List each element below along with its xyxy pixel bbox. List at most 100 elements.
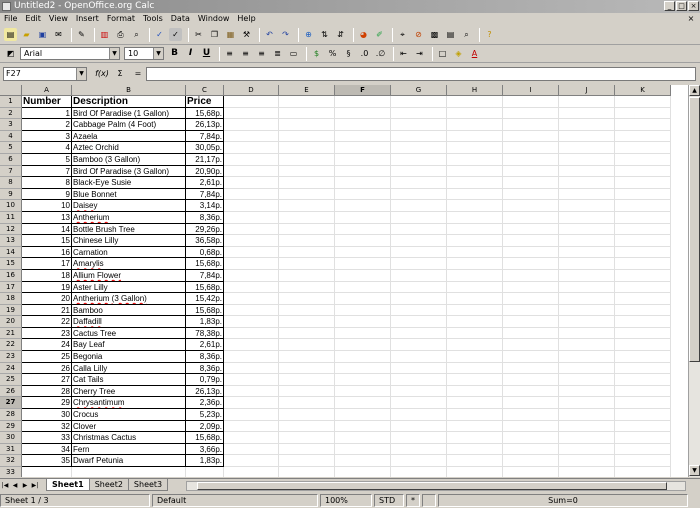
cell[interactable]: [503, 153, 559, 166]
cell[interactable]: [559, 420, 615, 433]
cell[interactable]: [447, 409, 503, 421]
cell[interactable]: [224, 374, 279, 386]
cell[interactable]: 0,68р.: [186, 246, 224, 259]
cell[interactable]: [615, 235, 671, 247]
cell[interactable]: [559, 235, 615, 247]
cell[interactable]: [615, 119, 671, 131]
row-header[interactable]: 31: [0, 443, 22, 456]
cell[interactable]: [447, 188, 503, 201]
gallery-icon[interactable]: ▩: [428, 28, 441, 41]
cell[interactable]: [447, 443, 503, 456]
data-sources-icon[interactable]: ▤: [444, 28, 457, 41]
merge-cells-icon[interactable]: ▭: [287, 47, 300, 60]
bold-button[interactable]: B: [168, 47, 181, 60]
cell[interactable]: [279, 107, 335, 120]
cell[interactable]: Azaela: [72, 130, 186, 143]
cell[interactable]: 2,09р.: [186, 420, 224, 433]
cell[interactable]: Description: [72, 96, 186, 108]
cell[interactable]: [615, 142, 671, 154]
print-icon[interactable]: ⎙: [114, 28, 127, 41]
cell[interactable]: [391, 455, 447, 467]
cell[interactable]: [224, 246, 279, 259]
cell[interactable]: [224, 443, 279, 456]
cell[interactable]: 15,42р.: [186, 293, 224, 305]
cell[interactable]: Antherium: [72, 211, 186, 224]
cell[interactable]: 19: [22, 281, 72, 294]
background-color-icon[interactable]: ◈: [452, 47, 465, 60]
cell[interactable]: [559, 188, 615, 201]
paste-icon[interactable]: ▦: [224, 28, 237, 41]
cell[interactable]: 30: [22, 409, 72, 421]
cell[interactable]: [447, 385, 503, 398]
chart-icon[interactable]: ◕: [357, 28, 370, 41]
menu-edit[interactable]: Edit: [21, 13, 45, 25]
cell[interactable]: [224, 153, 279, 166]
cell[interactable]: [335, 293, 391, 305]
prev-sheet-icon[interactable]: ◀: [10, 480, 20, 491]
status-page-style[interactable]: Default: [152, 493, 318, 507]
cell[interactable]: Dwarf Petunia: [72, 455, 186, 467]
cell[interactable]: 5,23р.: [186, 409, 224, 421]
cell[interactable]: [279, 258, 335, 270]
cell[interactable]: 32: [22, 420, 72, 433]
tab-sheet2[interactable]: Sheet2: [88, 479, 129, 491]
cell[interactable]: 3: [22, 130, 72, 143]
cell[interactable]: [186, 467, 224, 477]
row-header[interactable]: 9: [0, 188, 22, 201]
cell[interactable]: [391, 374, 447, 386]
cell[interactable]: [335, 107, 391, 120]
cell[interactable]: [391, 327, 447, 340]
cell[interactable]: [559, 409, 615, 421]
cell[interactable]: [559, 258, 615, 270]
cell[interactable]: 26: [22, 362, 72, 375]
currency-format-icon[interactable]: $: [310, 47, 323, 60]
cell[interactable]: [559, 153, 615, 166]
cell[interactable]: [224, 409, 279, 421]
cell[interactable]: [559, 107, 615, 120]
cell[interactable]: [224, 142, 279, 154]
close-button[interactable]: ×: [688, 1, 699, 11]
cell[interactable]: 26,13р.: [186, 385, 224, 398]
cell[interactable]: [559, 432, 615, 444]
cell[interactable]: [559, 293, 615, 305]
cell[interactable]: 78,38р.: [186, 327, 224, 340]
cell[interactable]: [391, 130, 447, 143]
cell[interactable]: [224, 119, 279, 131]
cell[interactable]: [559, 119, 615, 131]
cell[interactable]: 30,05р.: [186, 142, 224, 154]
cell[interactable]: [279, 455, 335, 467]
cell[interactable]: [615, 467, 671, 477]
menu-help[interactable]: Help: [233, 13, 259, 25]
cell[interactable]: [335, 467, 391, 477]
cell[interactable]: [391, 153, 447, 166]
cell[interactable]: [279, 385, 335, 398]
cell[interactable]: [279, 409, 335, 421]
cell[interactable]: [279, 200, 335, 212]
cell[interactable]: 24: [22, 339, 72, 352]
name-box[interactable]: F27 ▼: [3, 67, 87, 81]
cell[interactable]: [224, 107, 279, 120]
cell[interactable]: [559, 177, 615, 189]
cell[interactable]: [391, 177, 447, 189]
cell[interactable]: [447, 420, 503, 433]
menu-format[interactable]: Format: [103, 13, 139, 25]
column-header-d[interactable]: D: [224, 85, 279, 96]
cell[interactable]: Crocus: [72, 409, 186, 421]
cell[interactable]: [279, 211, 335, 224]
cell[interactable]: [224, 397, 279, 410]
cell[interactable]: [447, 130, 503, 143]
cell[interactable]: [559, 327, 615, 340]
cell[interactable]: [559, 316, 615, 328]
cell[interactable]: [503, 211, 559, 224]
document-close-icon[interactable]: ×: [686, 14, 696, 24]
cell[interactable]: [615, 293, 671, 305]
cell[interactable]: [559, 269, 615, 282]
cell[interactable]: [559, 455, 615, 467]
zoom-icon[interactable]: ⌕: [460, 28, 473, 41]
cell[interactable]: [615, 443, 671, 456]
cell[interactable]: 26,13р.: [186, 119, 224, 131]
cell[interactable]: [335, 165, 391, 178]
cell[interactable]: [447, 200, 503, 212]
cell[interactable]: [615, 223, 671, 236]
last-sheet-icon[interactable]: ▶|: [30, 480, 40, 491]
